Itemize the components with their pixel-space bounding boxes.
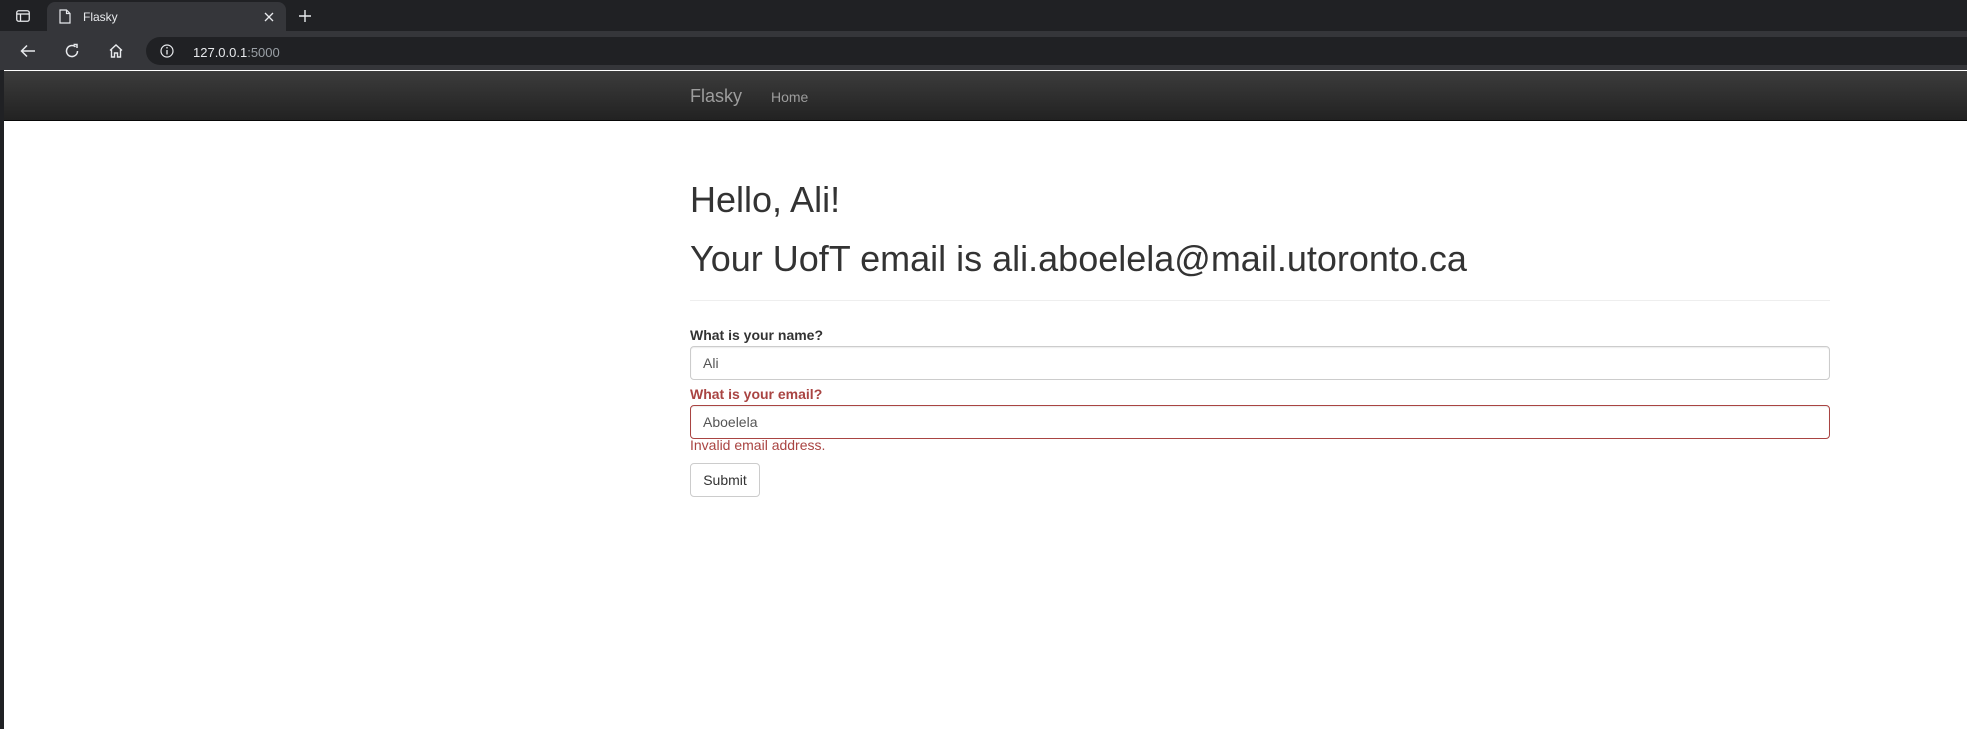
email-heading: Your UofT email is ali.aboelela@mail.uto… bbox=[690, 238, 1467, 279]
site-info-icon[interactable] bbox=[160, 44, 174, 58]
url-host: 127.0.0.1 bbox=[193, 45, 248, 60]
home-icon[interactable] bbox=[104, 39, 128, 63]
page-icon bbox=[59, 9, 73, 25]
address-bar[interactable]: 127.0.0.1:5000 bbox=[146, 37, 1967, 65]
new-tab-icon[interactable] bbox=[294, 5, 316, 27]
name-input[interactable] bbox=[690, 346, 1830, 380]
page-header-divider bbox=[690, 300, 1830, 301]
email-input[interactable] bbox=[690, 405, 1830, 439]
close-tab-icon[interactable] bbox=[260, 8, 278, 26]
site-navbar: Flasky Home bbox=[4, 71, 1967, 121]
page-viewport: Flasky Home Hello, Ali! Your UofT email … bbox=[4, 70, 1967, 729]
url-text: 127.0.0.1:5000 bbox=[193, 45, 280, 60]
email-error-message: Invalid email address. bbox=[690, 437, 826, 453]
reload-icon[interactable] bbox=[60, 39, 84, 63]
url-port: :5000 bbox=[247, 45, 280, 60]
greeting-heading: Hello, Ali! bbox=[690, 179, 841, 220]
navbar-brand[interactable]: Flasky bbox=[690, 86, 742, 107]
submit-button[interactable]: Submit bbox=[690, 463, 760, 497]
email-label: What is your email? bbox=[690, 386, 823, 402]
name-label: What is your name? bbox=[690, 327, 824, 343]
nav-home-link[interactable]: Home bbox=[771, 89, 808, 105]
browser-toolbar: 127.0.0.1:5000 bbox=[0, 31, 1967, 70]
tab-title: Flasky bbox=[83, 10, 118, 24]
back-icon[interactable] bbox=[16, 39, 40, 63]
browser-tab[interactable]: Flasky bbox=[47, 2, 286, 31]
tab-strip-menu-icon[interactable] bbox=[12, 6, 34, 26]
browser-tab-bar: Flasky bbox=[0, 0, 1967, 31]
